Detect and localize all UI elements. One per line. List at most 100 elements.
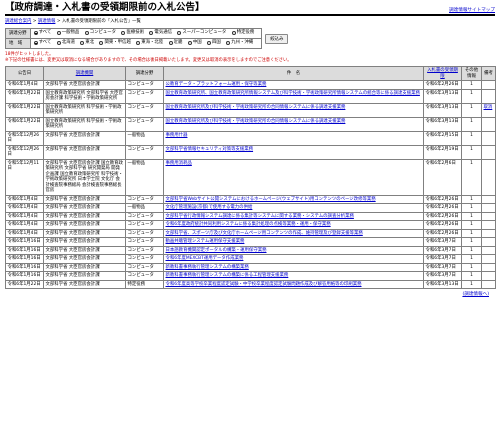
- case-title-link[interactable]: 国立教育政策研究所及び科学技術・学術政策研究所の合同情報システムに係る調達支援業…: [166, 119, 346, 124]
- category-radio-telecom[interactable]: 電気通信: [149, 30, 172, 36]
- cell-org: 文部科学省 大臣官房会計課: [43, 237, 126, 247]
- cell-title: 事務用什器: [163, 130, 424, 146]
- radio-icon[interactable]: [84, 30, 89, 35]
- filter-submit-button[interactable]: 絞込み: [265, 33, 289, 44]
- cell-remark: [481, 262, 496, 273]
- cell-remark: [481, 116, 496, 132]
- case-title-link[interactable]: 文部科学省情報セキュリティ対策等支援業務: [166, 147, 254, 152]
- radio-icon[interactable]: [149, 30, 154, 35]
- case-title-link[interactable]: 令和6年度政府統計共同利用システムに係る集計処理の点検等業務・運用・保守業務: [166, 222, 331, 227]
- sitemap-link[interactable]: 調達情報サイトマップ: [449, 8, 495, 14]
- cell-org: 文部科学省 大臣官房会計課: [43, 271, 126, 281]
- cell-org: 文部科学省 大臣官房会計課: [43, 211, 126, 222]
- cell-remark: [481, 228, 496, 239]
- category-radio-computer[interactable]: コンピュータ: [84, 30, 116, 36]
- radio-selected-icon[interactable]: [33, 30, 38, 35]
- cell-remark: 取消: [481, 102, 496, 118]
- results-table: 公告日 調達機関 調達分野 件 名 入札書の受領期限 その他情報 備考 令和6年…: [5, 66, 496, 290]
- case-title-link[interactable]: 文部科学省行政情報システム調達に係る集計等システムに関する業務・システムの調査分…: [166, 214, 354, 219]
- category-radio-goods[interactable]: 一般物品: [56, 30, 79, 36]
- region-radio-all[interactable]: すべて: [33, 40, 51, 46]
- cell-other: 1: [461, 228, 482, 239]
- result-notes: 18件がヒットしました。 ※下記の仕様書には、変更又は取消になる場合がありますの…: [5, 52, 495, 64]
- case-title-link[interactable]: 日本語教育機関認定ポータルの構築・運用保守業務: [166, 248, 267, 253]
- radio-icon[interactable]: [168, 40, 173, 45]
- case-title-link[interactable]: 事務用消耗品: [166, 161, 192, 166]
- radio-icon[interactable]: [99, 40, 104, 45]
- cell-org: 国立教育政策研究所 科学技術・学術政策研究所: [43, 102, 126, 118]
- cell-category: 一般物品: [125, 158, 164, 196]
- table-row: 令和6年1月16日 文部科学省 大臣官房会計課 コンピュータ 動画共聴管理システム運用…: [5, 237, 496, 247]
- remark-link[interactable]: 取消: [484, 105, 493, 110]
- radio-icon[interactable]: [80, 40, 85, 45]
- breadcrumb-home-link[interactable]: 調達総合案内: [5, 19, 31, 24]
- cell-date: 令和5年12月26日: [5, 130, 44, 146]
- region-radio-shikoku[interactable]: 四国: [207, 40, 221, 46]
- category-radio-services[interactable]: 特定役務: [231, 30, 254, 36]
- radio-icon[interactable]: [231, 30, 236, 35]
- cell-date: 令和5年12月11日: [5, 158, 44, 196]
- case-title-link[interactable]: 新教科書事務執行管理システムの構築に係る工程管理支援業務: [166, 273, 289, 278]
- radio-icon[interactable]: [121, 30, 126, 35]
- cell-other: 1: [461, 130, 482, 146]
- cell-category: コンピュータ: [125, 116, 164, 132]
- case-title-link[interactable]: 令和6年度MEXCBT運用データ作成業務: [166, 256, 244, 261]
- radio-icon[interactable]: [56, 40, 61, 45]
- case-title-link[interactable]: 国立教育政策研究所、国立教育政策研究所情報システム及び科学技術・学術政策研究所情…: [166, 91, 420, 96]
- region-radio-kanto[interactable]: 関東・甲信越: [99, 40, 131, 46]
- col-header-org[interactable]: 調達機関: [43, 66, 126, 82]
- cell-other: 1: [461, 80, 482, 90]
- cell-org: 文部科学省 大臣官房会計課: [43, 220, 126, 230]
- radio-icon[interactable]: [56, 30, 61, 35]
- case-title-link[interactable]: 公教育データ・プラットフォーム運用・保守等業務: [166, 82, 267, 87]
- region-radio-hokkaido[interactable]: 北海道: [56, 40, 75, 46]
- col-header-deadline[interactable]: 入札書の受領期限: [423, 66, 462, 82]
- radio-icon[interactable]: [136, 40, 141, 45]
- back-to-procurement-link[interactable]: (調達情報へ): [462, 292, 489, 297]
- cell-deadline: 令和6年2月26日: [423, 194, 462, 205]
- category-radio-all[interactable]: すべて: [33, 30, 51, 36]
- col-header-other: その他情報: [461, 66, 482, 82]
- radio-selected-icon[interactable]: [33, 40, 38, 45]
- cell-other: 1: [461, 88, 482, 104]
- case-title-link[interactable]: 新教科書事務執行管理システムの構築業務: [166, 265, 249, 270]
- case-title-link[interactable]: 文化庁管理施設(京都)で使用する電力の供給: [166, 205, 253, 210]
- cell-title: 令和6年度MEXCBT運用データ作成業務: [163, 254, 424, 264]
- case-title-link[interactable]: 動画共聴管理システム運用保守支援業務: [166, 239, 245, 244]
- radio-icon[interactable]: [177, 30, 182, 35]
- cell-category: コンピュータ: [125, 88, 164, 104]
- page: 【政府調達・入札書の受領期限前の入札公告】 調達情報サイトマップ 調達総合案内 …: [0, 0, 500, 428]
- filter-options-region: すべて 北海道 東北 関東・甲信越 東海・北陸 近畿 中国 四国 九州・沖縄: [29, 38, 263, 50]
- cell-deadline: 令和6年2月26日: [423, 228, 462, 239]
- filter-row-region: 地 域 すべて 北海道 東北 関東・甲信越 東海・北陸 近畿 中国 四国 九州・…: [5, 38, 263, 50]
- case-title-link[interactable]: 事務用什器: [166, 133, 188, 138]
- case-title-link[interactable]: 文部科学省、スポーツ庁及び文化庁ホームページ用コンテンツの作成、維持管理及び登録…: [166, 231, 363, 236]
- case-title-link[interactable]: 国立教育政策研究所及び科学技術・学術政策研究所の合同情報システムに係る調達支援業…: [166, 105, 346, 110]
- cell-org: 文部科学省 大臣官房会計課: [43, 262, 126, 273]
- case-title-link[interactable]: 令和6年度高等学校卒業程度認定試験・中学校卒業程度認定試験問題作成及び解答用紙等…: [166, 282, 362, 287]
- region-radio-kyushu[interactable]: 九州・沖縄: [226, 40, 253, 46]
- cell-title: 国立教育政策研究所及び科学技術・学術政策研究所の合同情報システムに係る調達支援業…: [163, 116, 424, 132]
- cell-deadline: 令和6年3月7日: [423, 271, 462, 281]
- radio-icon[interactable]: [207, 40, 212, 45]
- category-radio-supercomputer[interactable]: スーパーコンピュータ: [177, 30, 226, 36]
- cell-category: 一般物品: [125, 130, 164, 146]
- cell-org: 文部科学省 大臣官房会計課: [43, 245, 126, 256]
- region-radio-tohoku[interactable]: 東北: [80, 40, 94, 46]
- region-radio-kinki[interactable]: 近畿: [168, 40, 182, 46]
- radio-icon[interactable]: [226, 40, 231, 45]
- cell-remark: [481, 279, 496, 290]
- cell-org: 文部科学省 大臣官房会計課: [43, 279, 126, 290]
- category-radio-medical[interactable]: 医療技術: [121, 30, 144, 36]
- cell-org: 文部科学省 大臣官房会計課 国立教育政策研究所 文部科学省 研究開発局 開発企画…: [43, 158, 126, 196]
- cell-remark: [481, 220, 496, 230]
- cell-category: コンピュータ: [125, 245, 164, 256]
- region-radio-tokai[interactable]: 東海・北陸: [136, 40, 163, 46]
- cell-title: 令和6年度高等学校卒業程度認定試験・中学校卒業程度認定試験問題作成及び解答用紙等…: [163, 279, 424, 290]
- radio-icon[interactable]: [187, 40, 192, 45]
- case-title-link[interactable]: 文部科学省Webサイト公開システムにおけるホームページ(ウェブサイト)用コンテン…: [166, 197, 376, 202]
- region-radio-chugoku[interactable]: 中国: [187, 40, 202, 46]
- breadcrumb-info-link[interactable]: 調達情報: [38, 19, 56, 24]
- table-row: 令和6年1月16日 文部科学省 大臣官房会計課 コンピュータ 令和6年度MEXCBT運…: [5, 254, 496, 264]
- title-bar: 【政府調達・入札書の受領期限前の入札公告】 調達情報サイトマップ: [5, 2, 495, 17]
